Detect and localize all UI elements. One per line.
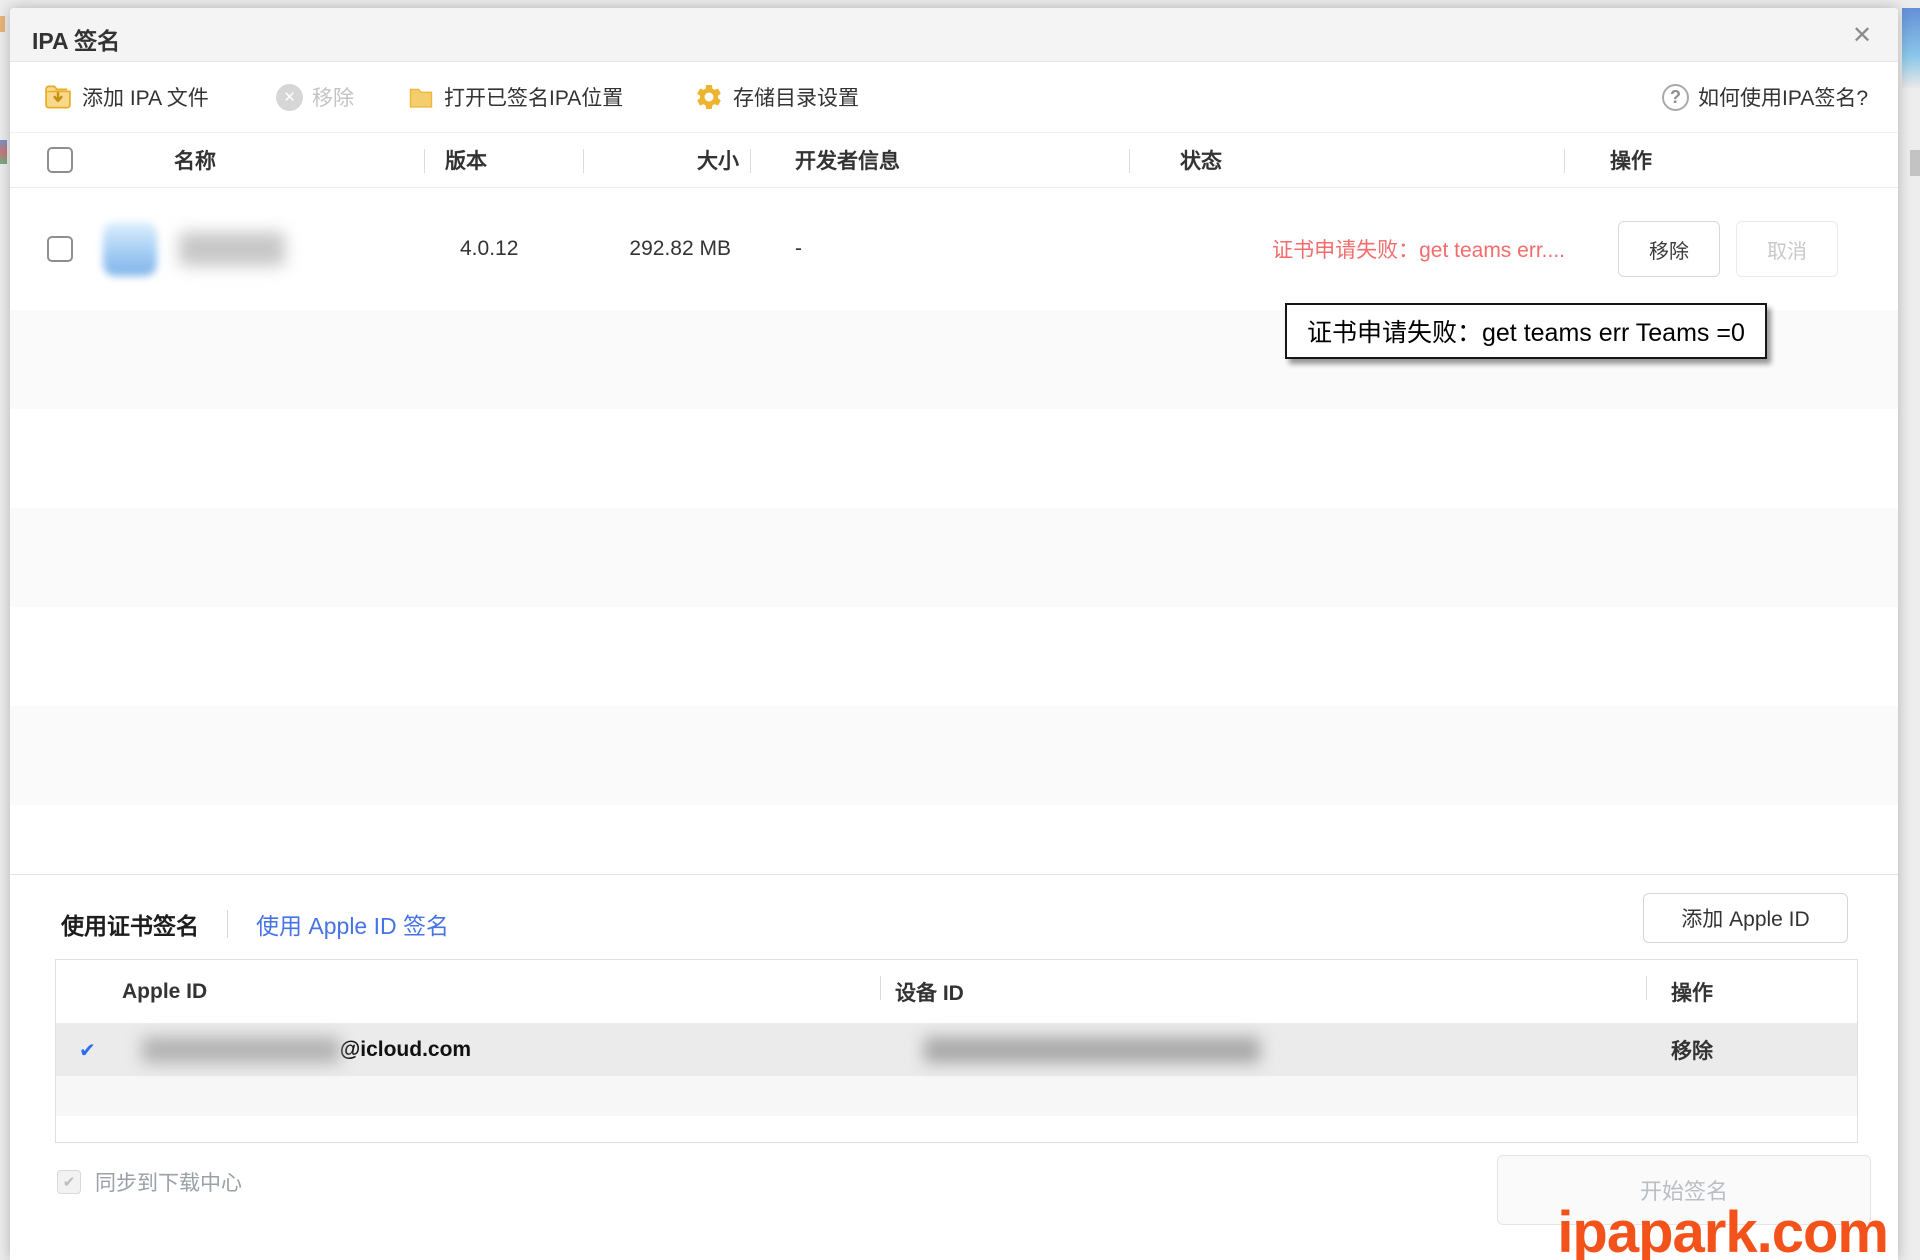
- remove-icon: ✕: [276, 84, 303, 111]
- apple-id-empty-stripe: [56, 1076, 1857, 1116]
- sync-label: 同步到下载中心: [95, 1167, 242, 1197]
- storage-settings-button[interactable]: 存储目录设置: [694, 62, 859, 132]
- selected-check-icon: ✔: [79, 1038, 96, 1063]
- device-id-redacted: [924, 1037, 1260, 1063]
- add-ipa-icon: [43, 82, 73, 112]
- background-edge-left-2: [0, 140, 7, 164]
- apple-id-suffix: @icloud.com: [340, 1038, 471, 1062]
- empty-row-stripe: [10, 607, 1898, 706]
- ipa-sign-dialog: IPA 签名 ✕ 添加 IPA 文件 ✕ 移除: [10, 8, 1898, 1260]
- sign-tabs: 使用证书签名 使用 Apple ID 签名: [61, 907, 449, 941]
- status-tooltip-text: 证书申请失败：get teams err Teams =0: [1307, 313, 1745, 349]
- open-signed-location-label: 打开已签名IPA位置: [444, 82, 623, 112]
- sync-option: ✔ 同步到下载中心: [57, 1167, 242, 1197]
- help-link[interactable]: ? 如何使用IPA签名?: [1662, 62, 1868, 132]
- select-all-checkbox[interactable]: [47, 147, 73, 173]
- remove-button[interactable]: ✕ 移除: [276, 62, 354, 132]
- empty-row-stripe: [10, 409, 1898, 508]
- storage-settings-label: 存储目录设置: [733, 82, 859, 112]
- add-ipa-button[interactable]: 添加 IPA 文件: [43, 62, 209, 132]
- apple-id-table: Apple ID 设备 ID 操作 ✔ @icloud.com 移除: [55, 959, 1858, 1143]
- tab-certificate-sign[interactable]: 使用证书签名: [61, 907, 199, 941]
- apple-id-remove-link[interactable]: 移除: [1671, 1035, 1713, 1065]
- dialog-titlebar: IPA 签名 ✕: [10, 8, 1898, 62]
- dialog-title: IPA 签名: [32, 22, 120, 56]
- add-apple-id-button[interactable]: 添加 Apple ID: [1643, 893, 1848, 943]
- row-developer: -: [751, 188, 1130, 310]
- sync-checkbox[interactable]: ✔: [57, 1170, 81, 1194]
- background-edge-right-2: [1910, 150, 1920, 176]
- row-size: 292.82 MB: [584, 188, 751, 310]
- background-edge-right: [1902, 8, 1920, 88]
- watermark: ipapark.com: [1557, 1199, 1888, 1260]
- apple-id-row[interactable]: ✔ @icloud.com 移除: [56, 1024, 1857, 1076]
- row-version: 4.0.12: [425, 188, 584, 310]
- toolbar: 添加 IPA 文件 ✕ 移除 打开已签名IPA位置 存储目录设置: [10, 62, 1898, 132]
- empty-row-stripe: [10, 706, 1898, 805]
- header-version: 版本: [425, 133, 584, 187]
- header-device-id: 设备 ID: [881, 960, 1647, 1023]
- background-edge-left: [0, 16, 5, 32]
- help-label: 如何使用IPA签名?: [1698, 82, 1868, 112]
- row-remove-button[interactable]: 移除: [1618, 221, 1720, 277]
- header-status: 状态: [1130, 133, 1565, 187]
- tab-divider: [227, 910, 228, 938]
- tab-apple-id-sign[interactable]: 使用 Apple ID 签名: [256, 907, 449, 941]
- apple-id-redacted: [142, 1037, 340, 1063]
- close-icon: ✕: [1852, 22, 1872, 49]
- status-tooltip: 证书申请失败：get teams err Teams =0: [1285, 303, 1767, 359]
- empty-row-stripe: [10, 805, 1898, 874]
- header-apple-action: 操作: [1647, 960, 1857, 1023]
- empty-row-stripe: [10, 508, 1898, 607]
- open-signed-location-button[interactable]: 打开已签名IPA位置: [407, 62, 623, 132]
- row-cancel-button[interactable]: 取消: [1736, 221, 1838, 277]
- folder-icon: [407, 83, 435, 111]
- header-apple-id: Apple ID: [56, 960, 881, 1023]
- row-status-error: 证书申请失败：get teams err....: [1272, 234, 1565, 264]
- app-icon: [103, 222, 157, 276]
- ipa-table-header: 名称 版本 大小 开发者信息 状态 操作: [10, 132, 1898, 188]
- remove-label: 移除: [312, 82, 354, 112]
- row-checkbox[interactable]: [47, 236, 73, 262]
- header-name: 名称: [83, 133, 425, 187]
- question-icon: ?: [1662, 84, 1689, 111]
- header-size: 大小: [584, 133, 751, 187]
- header-developer: 开发者信息: [751, 133, 1130, 187]
- apple-id-table-header: Apple ID 设备 ID 操作: [56, 960, 1857, 1024]
- gear-icon: [694, 82, 724, 112]
- header-action: 操作: [1565, 133, 1898, 187]
- close-button[interactable]: ✕: [1844, 18, 1880, 54]
- app-name-redacted: [179, 232, 285, 266]
- table-row: 4.0.12 292.82 MB - 证书申请失败：get teams err.…: [10, 188, 1898, 310]
- add-ipa-label: 添加 IPA 文件: [82, 82, 209, 112]
